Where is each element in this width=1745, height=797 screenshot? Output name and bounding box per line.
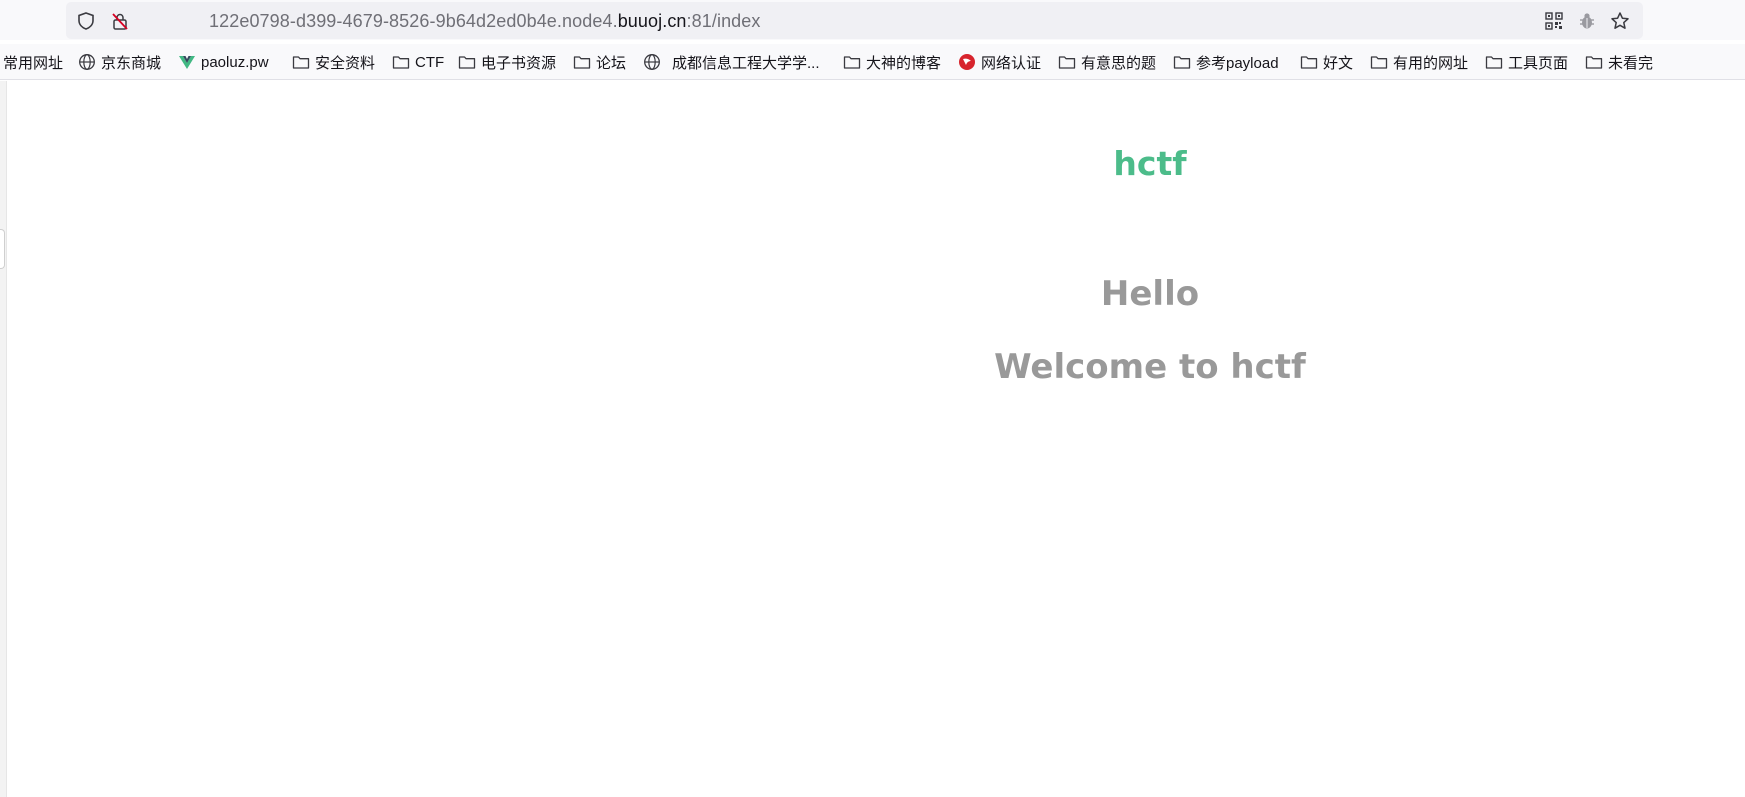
bookmark-label: CTF [415, 53, 445, 71]
welcome-heading: Welcome to hctf [994, 347, 1306, 387]
bookmark-useful-sites[interactable]: 有用的网址 [1370, 51, 1468, 73]
folder-icon [843, 56, 861, 69]
bookmark-good-articles[interactable]: 好文 [1300, 51, 1353, 73]
page-content: hctf Hello Welcome to hctf [0, 81, 1745, 797]
bookmark-forum[interactable]: 论坛 [573, 51, 626, 73]
bookmark-ctf[interactable]: CTF [392, 51, 444, 73]
insecure-lock-icon[interactable] [110, 11, 130, 31]
bookmark-interesting-problems[interactable]: 有意思的题 [1058, 51, 1156, 73]
hello-heading: Hello [1100, 274, 1200, 314]
address-bar[interactable]: 122e0798-d399-4679-8526-9b64d2ed0b4e.nod… [66, 2, 1643, 39]
qr-code-icon[interactable] [1544, 11, 1564, 31]
bookmark-paoluz[interactable]: paoluz.pw [178, 51, 269, 73]
bookmark-label: 未看完 [1608, 54, 1654, 72]
bug-extension-icon[interactable] [1577, 11, 1597, 31]
bookmark-tool-pages[interactable]: 工具页面 [1485, 51, 1568, 73]
bookmark-label: 常用网址 [3, 54, 64, 72]
bookmark-label: 有意思的题 [1081, 54, 1157, 72]
folder-icon [392, 56, 410, 69]
folder-icon [1585, 56, 1603, 69]
star-bookmark-icon[interactable] [1610, 11, 1630, 31]
bookmark-label: 好文 [1323, 54, 1354, 72]
bookmark-label: 安全资料 [315, 54, 376, 72]
url-domain: buuoj.cn [617, 11, 687, 31]
url-text[interactable]: 122e0798-d399-4679-8526-9b64d2ed0b4e.nod… [209, 10, 761, 32]
url-prefix: 122e0798-d399-4679-8526-9b64d2ed0b4e.nod… [209, 11, 618, 31]
bookmark-label: 参考payload [1196, 54, 1279, 72]
globe-icon [79, 54, 95, 70]
folder-icon [1485, 56, 1503, 69]
bookmark-network-auth[interactable]: 网络认证 [958, 51, 1041, 73]
site-brand[interactable]: hctf [1050, 144, 1250, 183]
bookmark-reference-payload[interactable]: 参考payload [1173, 51, 1279, 73]
folder-icon [292, 56, 310, 69]
folder-icon [1370, 56, 1388, 69]
folder-icon [458, 56, 476, 69]
shield-icon[interactable] [76, 11, 96, 31]
browser-toolbar: 122e0798-d399-4679-8526-9b64d2ed0b4e.nod… [0, 0, 1745, 40]
bookmark-label: 大神的博客 [866, 54, 942, 72]
folder-icon [1058, 56, 1076, 69]
bookmark-cuit[interactable]: 成都信息工程大学学... [643, 51, 820, 73]
bookmark-common-sites[interactable]: 常用网址 [3, 51, 63, 73]
bookmark-expert-blogs[interactable]: 大神的博客 [843, 51, 941, 73]
red-logo-icon [959, 54, 975, 70]
bookmark-label: 工具页面 [1508, 54, 1569, 72]
bookmark-label: 电子书资源 [481, 54, 557, 72]
sidebar-edge [0, 81, 7, 797]
folder-icon [573, 56, 591, 69]
bookmark-label: 网络认证 [981, 54, 1042, 72]
bookmark-label: 成都信息工程大学学... [672, 54, 820, 72]
sidebar-toggle-handle[interactable] [0, 229, 5, 269]
url-suffix: :81/index [686, 11, 761, 31]
bookmark-jd-mall[interactable]: 京东商城 [78, 51, 161, 73]
bookmarks-bar: 常用网址 京东商城 paoluz.pw 安全资料 CTF 电子书资源 论坛 成都… [0, 44, 1745, 80]
bookmark-label: 论坛 [596, 54, 627, 72]
bookmark-label: 京东商城 [101, 54, 162, 72]
bookmark-label: 有用的网址 [1393, 54, 1469, 72]
globe-icon [644, 54, 660, 70]
vue-logo-icon [179, 56, 195, 69]
bookmark-security-docs[interactable]: 安全资料 [292, 51, 375, 73]
bookmark-unfinished[interactable]: 未看完 [1585, 51, 1653, 73]
bookmark-ebooks[interactable]: 电子书资源 [458, 51, 556, 73]
folder-icon [1173, 56, 1191, 69]
folder-icon [1300, 56, 1318, 69]
bookmark-label: paoluz.pw [201, 53, 269, 71]
